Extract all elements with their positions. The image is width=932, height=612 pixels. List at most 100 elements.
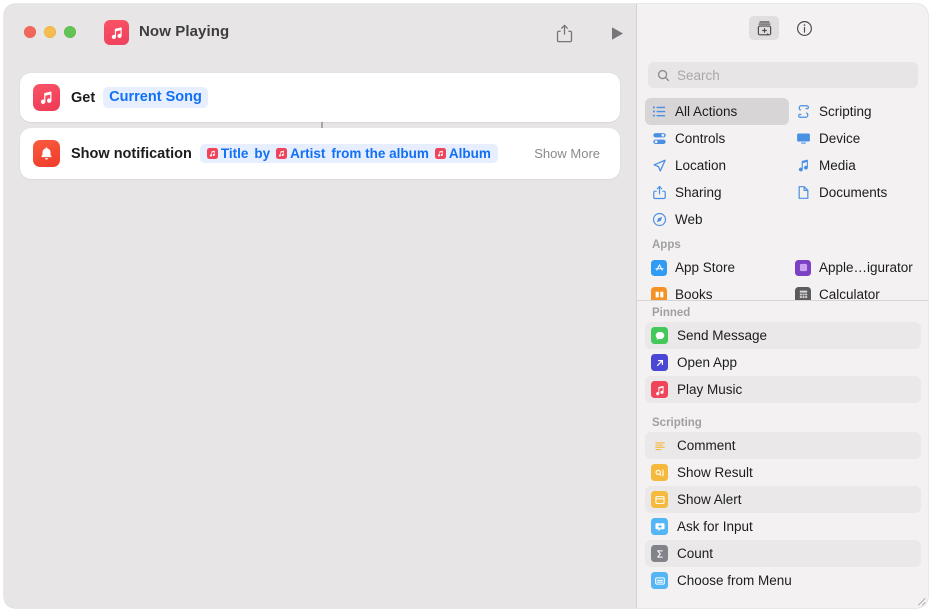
app-store-icon [651,259,667,276]
sidebar-item-calculator[interactable]: Calculator [789,281,928,301]
action-library-button[interactable] [749,16,779,40]
sidebar-item-media[interactable]: Media [789,152,928,179]
sidebar-item-device[interactable]: Device [789,125,928,152]
variable-token-album[interactable]: Album [432,146,494,162]
list-item-play-music[interactable]: Play Music [645,376,921,403]
sidebar-item-label: Web [675,212,703,227]
music-app-icon [651,381,668,398]
document-icon [795,185,811,201]
messages-icon [651,327,668,344]
sidebar-item-all-actions[interactable]: All Actions [645,98,789,125]
sidebar-item-app-store[interactable]: App Store [645,254,789,281]
list-item-count[interactable]: Count [645,540,921,567]
share-icon [556,24,572,42]
sidebar-item-label: Sharing [675,185,722,200]
list-item-label: Ask for Input [677,519,753,534]
scripting-section-header: Scripting [652,417,702,429]
music-variable-icon [434,148,446,159]
main-window: Now Playing Get Current Song Show notifi… [4,4,928,608]
list-item-show-alert[interactable]: Show Alert [645,486,921,513]
share-button[interactable] [551,20,577,46]
apps-section-header: Apps [652,239,681,251]
minimize-button[interactable] [44,26,56,38]
sidebar-item-scripting[interactable]: Scripting [789,98,928,125]
sidebar-item-location[interactable]: Location [645,152,789,179]
compass-icon [651,212,667,228]
token-label: Album [448,145,491,161]
list-item-ask-for-input[interactable]: Ask for Input [645,513,921,540]
resize-handle[interactable] [913,593,926,606]
menu-choose-icon [651,572,668,589]
music-note-icon [111,26,122,39]
info-circle-icon [796,20,812,36]
sidebar-item-label: Location [675,158,727,173]
notification-body-tokens[interactable]: Title by Artist from the album Album [199,143,498,164]
action-library-sidebar: All Actions Scripting [636,4,928,608]
list-item-open-app[interactable]: Open App [645,349,921,376]
sidebar-item-label: Apple…igurator [819,260,913,275]
sidebar-item-label: Books [675,287,713,301]
list-item-send-message[interactable]: Send Message [645,322,921,349]
sidebar-item-label: Documents [819,185,888,200]
page-title: Now Playing [139,23,230,40]
show-more-button[interactable]: Show More [534,146,600,161]
music-app-icon [33,84,60,111]
list-item-label: Count [677,546,714,561]
close-button[interactable] [24,26,36,38]
list-item-choose-from-menu[interactable]: Choose from Menu [645,567,921,594]
sidebar-item-label: Device [819,131,861,146]
notification-bell-icon [33,140,60,167]
music-note-icon [795,158,811,174]
music-variable-icon [276,148,288,159]
paper-plane-icon [651,158,667,174]
scroll-icon [795,104,811,120]
sidebar-item-web[interactable]: Web [645,206,789,233]
variable-token-title[interactable]: Title [204,146,252,162]
info-button[interactable] [789,16,819,40]
zoom-button[interactable] [64,26,76,38]
display-icon [795,131,811,147]
run-button[interactable] [604,20,630,46]
variable-token-artist[interactable]: Artist [273,146,328,162]
current-song-token[interactable]: Current Song [103,87,208,108]
ask-input-icon [651,518,668,535]
token-group[interactable]: Title by Artist from the album Album [199,143,498,164]
action-list-scroll-area[interactable]: Pinned Send Message Open App Play Music … [637,301,928,608]
calculator-icon [795,286,811,300]
workflow-canvas[interactable]: Get Current Song Show notification Title… [4,60,636,608]
sigma-count-icon [651,545,668,562]
category-scroll-area[interactable]: All Actions Scripting Controls Device Lo… [637,98,928,301]
action-row-show-notification[interactable]: Show notification Title by Artist from t… [20,128,620,179]
music-variable-icon [206,148,218,159]
search-field[interactable] [648,62,918,88]
traffic-lights [24,26,76,38]
action-label: Get [71,89,96,106]
search-icon [657,69,670,82]
sliders-icon [651,131,667,147]
list-item-comment[interactable]: Comment [645,432,921,459]
sidebar-item-apple-configurator[interactable]: Apple…igurator [789,254,928,281]
alert-window-icon [651,491,668,508]
list-bullet-icon [651,104,667,120]
comment-lines-icon [651,437,668,454]
sidebar-item-label: App Store [675,260,736,275]
list-item-label: Play Music [677,382,743,397]
shortcut-icon [104,20,129,45]
library-add-icon [757,20,771,35]
search-input[interactable] [677,67,897,83]
sidebar-item-label: Calculator [819,287,880,301]
list-item-label: Open App [677,355,738,370]
list-item-label: Show Result [677,465,753,480]
apps-grid: App Store Apple…igurator Books Calculato… [637,254,928,301]
category-grid: All Actions Scripting Controls Device Lo… [637,98,928,233]
list-item-label: Send Message [677,328,768,343]
sidebar-item-books[interactable]: Books [645,281,789,301]
books-icon [651,286,667,300]
list-item-show-result[interactable]: Show Result [645,459,921,486]
title-bar: Now Playing [4,4,636,60]
sidebar-item-sharing[interactable]: Sharing [645,179,789,206]
show-result-icon [651,464,668,481]
action-row-get-current-song[interactable]: Get Current Song [20,73,620,122]
sidebar-item-controls[interactable]: Controls [645,125,789,152]
sidebar-item-documents[interactable]: Documents [789,179,928,206]
